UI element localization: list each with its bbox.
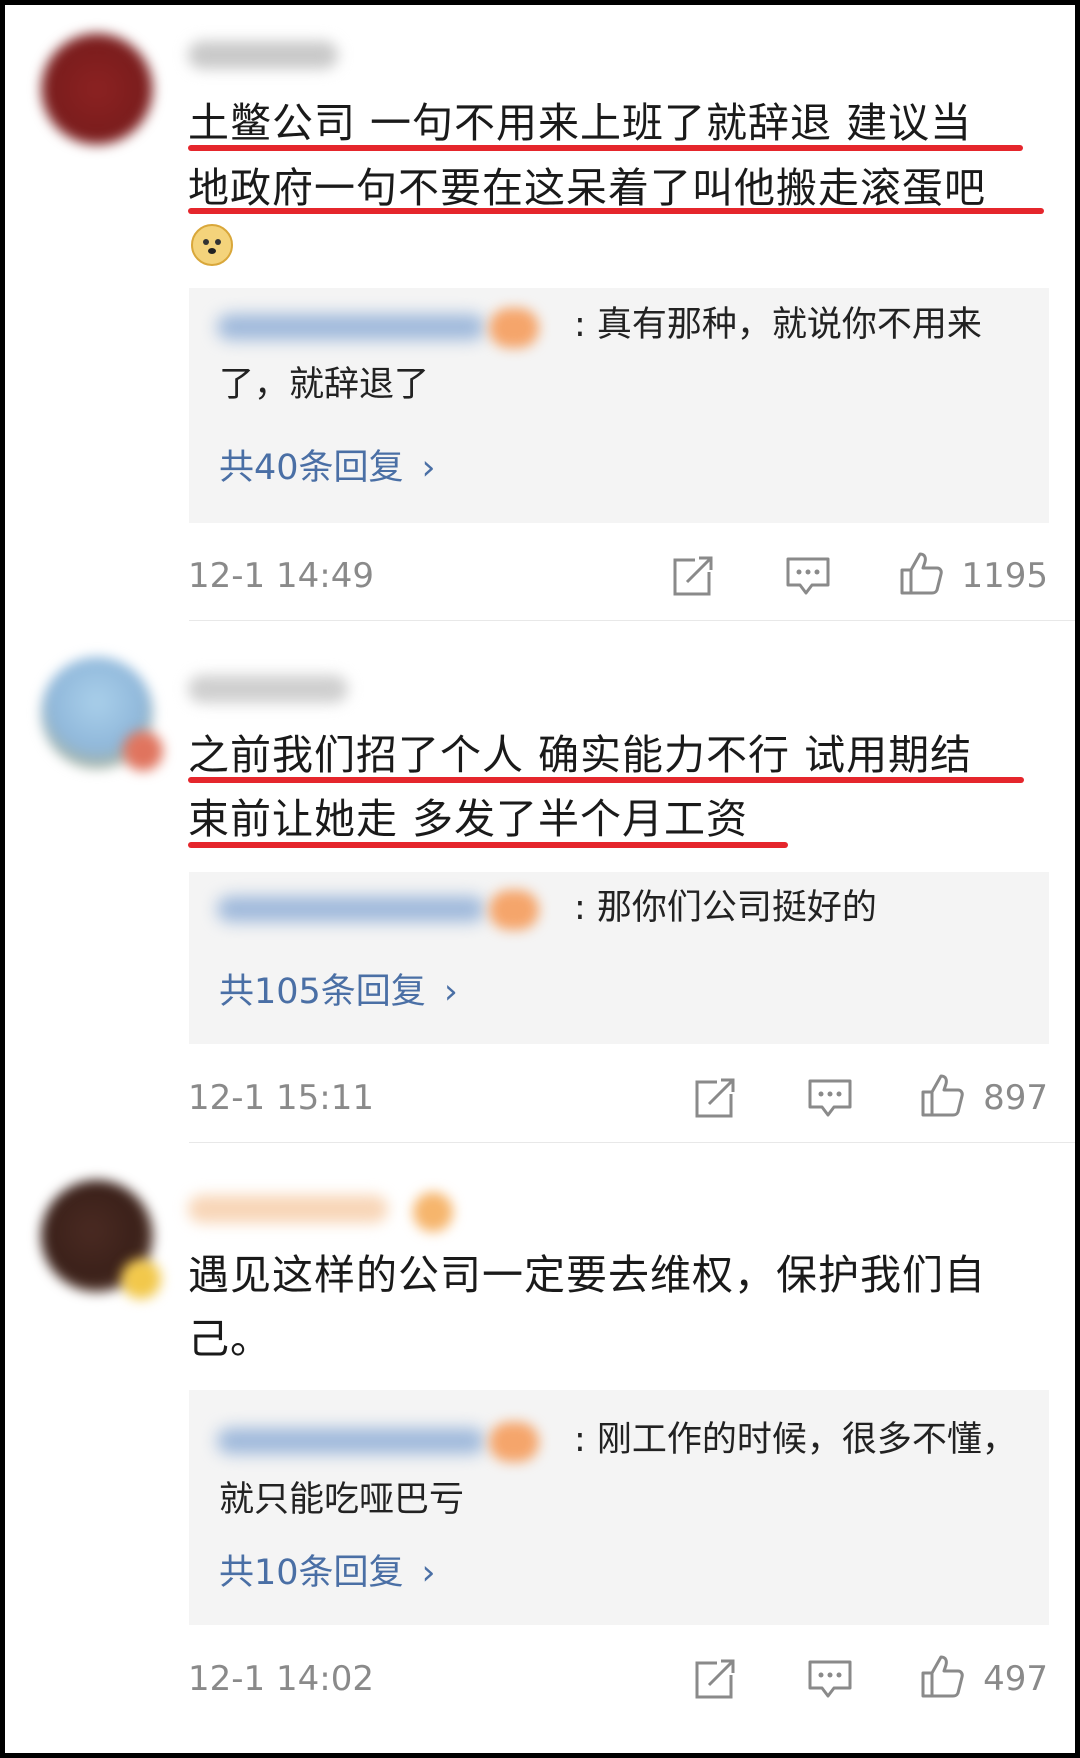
username[interactable] [188,1195,388,1223]
chevron-right-icon: › [421,1553,436,1593]
like-count: 497 [983,1659,1048,1699]
user-level-badge [413,1192,453,1232]
share-icon[interactable] [693,1655,739,1701]
avatar-badge [121,1259,161,1299]
comment-item: 遇见这样的公司一定要去维权，保护我们自己。 : 刚工作的时候，很多不懂，就只能吃… [5,5,1075,1753]
reply-preview[interactable]: : 刚工作的时候，很多不懂，就只能吃哑巴亏 共10条回复 › [189,1390,1049,1625]
comment-text: 遇见这样的公司一定要去维权，保护我们自己。 [188,1251,986,1363]
reply-text: : 刚工作的时候，很多不懂，就只能吃哑巴亏 [219,1420,1017,1520]
view-replies-label: 共10条回复 [219,1553,404,1593]
like-icon[interactable] [919,1653,965,1699]
view-replies-link[interactable]: 共10条回复 › [219,1551,436,1595]
comment-list: 土鳖公司 一句不用来上班了就辞退 建议当 地政府一句不要在这呆着了叫他搬走滚蛋吧… [5,5,1075,1753]
comment-icon[interactable] [807,1655,853,1701]
comment-timestamp: 12-1 14:02 [188,1659,374,1699]
